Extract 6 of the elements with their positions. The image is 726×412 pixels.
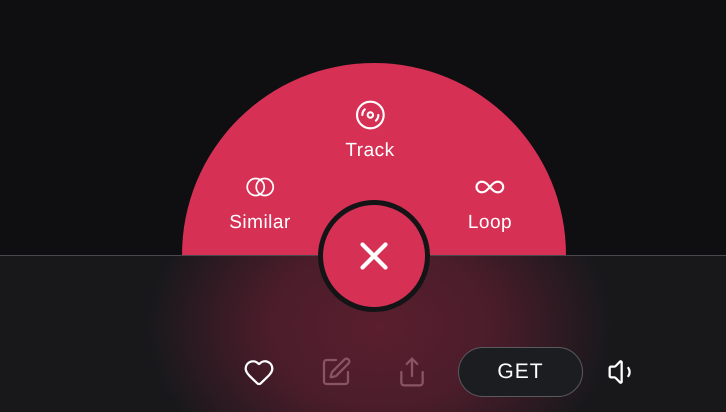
disc-icon [354,99,386,131]
menu-action[interactable]: Loop [468,171,512,238]
pen-square-icon [320,356,352,388]
get-button[interactable]: GET [458,347,583,397]
menu-action[interactable]: Track [345,99,395,166]
menu-action[interactable]: Similar [229,171,291,238]
